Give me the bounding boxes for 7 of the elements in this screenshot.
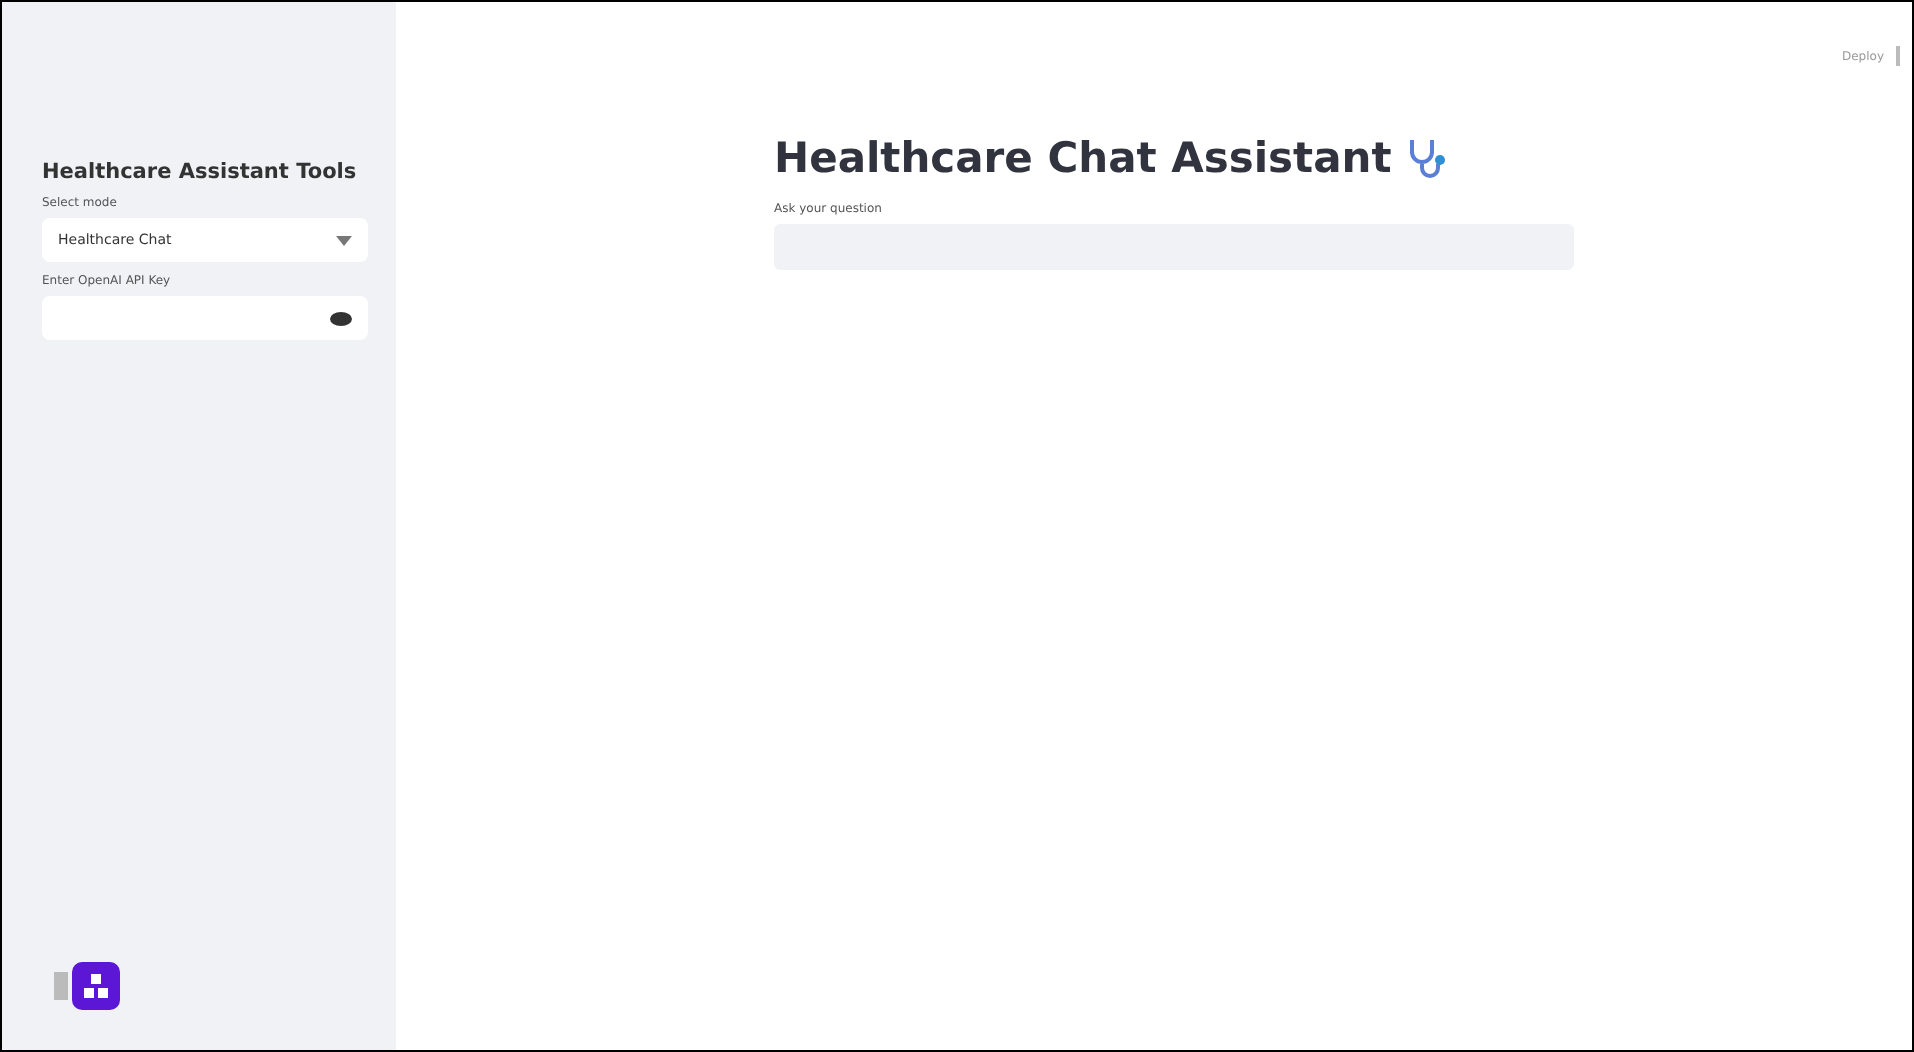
page-title: Healthcare Chat Assistant <box>774 134 1392 182</box>
sidebar-title: Healthcare Assistant Tools <box>42 160 359 184</box>
eye-icon[interactable] <box>330 311 352 325</box>
app-icon[interactable] <box>72 962 120 1010</box>
handle-icon[interactable] <box>54 972 68 1000</box>
caret-icon <box>336 235 352 245</box>
api-key-field[interactable] <box>42 296 368 340</box>
